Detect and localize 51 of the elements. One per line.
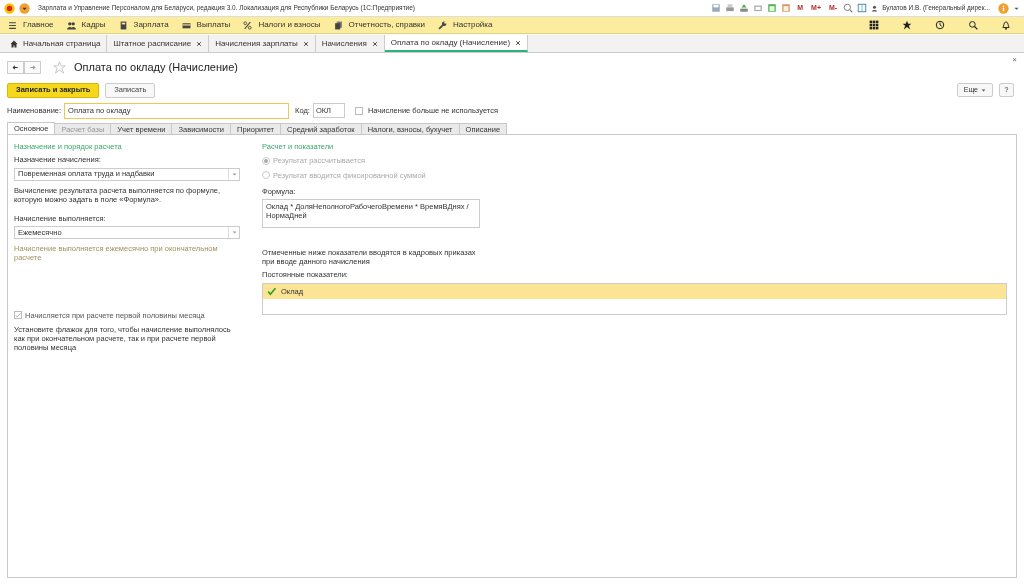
- bell-icon[interactable]: [1001, 20, 1011, 30]
- star-icon[interactable]: [902, 20, 912, 30]
- calendar-icon: [767, 3, 778, 13]
- user-icon: [871, 4, 879, 12]
- menu-icon: [8, 20, 17, 30]
- percent-icon: [243, 20, 253, 30]
- left-arrow-icon: [11, 62, 20, 72]
- print-icon: [725, 3, 736, 13]
- menu-item[interactable]: Выплаты: [196, 19, 231, 31]
- document-tab[interactable]: Начисления зарплаты: [209, 35, 316, 52]
- menu-item[interactable]: Отчетность, справки: [348, 19, 426, 31]
- documents-icon: [333, 20, 343, 30]
- menu-item[interactable]: Налоги и взносы: [258, 19, 321, 31]
- home-icon: [10, 39, 18, 48]
- document-tab[interactable]: Штатное расписание: [107, 35, 210, 52]
- zoom-icon: [843, 3, 854, 13]
- wallet-icon: [181, 20, 191, 30]
- calculator-icon: [118, 20, 128, 30]
- document-tab[interactable]: Оплата по окладу (Начисление): [384, 35, 529, 52]
- checkbox[interactable]: [354, 106, 363, 115]
- preview-icon: [753, 3, 764, 13]
- upload-icon: [739, 3, 750, 13]
- close-icon[interactable]: [302, 40, 309, 47]
- menu-item[interactable]: Кадры: [81, 19, 106, 31]
- document-tab[interactable]: Начисления: [315, 35, 385, 52]
- document-tab[interactable]: Начальная страница: [4, 35, 108, 52]
- calendar-icon: [781, 3, 792, 13]
- caret-icon: [231, 229, 237, 235]
- dropdown-icon: [19, 2, 30, 14]
- star-icon[interactable]: [53, 60, 66, 74]
- menu-item[interactable]: Зарплата: [133, 19, 169, 31]
- history-icon[interactable]: [935, 20, 945, 30]
- checkmark-icon[interactable]: [267, 287, 276, 297]
- people-icon: [66, 20, 76, 30]
- caret-icon: [231, 171, 237, 177]
- search-icon[interactable]: [968, 20, 978, 30]
- menu-item[interactable]: Главное: [23, 19, 54, 31]
- app-logo-icon: [4, 2, 15, 14]
- close-button[interactable]: ×: [1012, 54, 1017, 66]
- save-icon: [711, 3, 722, 13]
- form-title: Оплата по окладу (Начисление): [74, 59, 238, 75]
- caret-icon: [981, 87, 986, 93]
- menu-item[interactable]: Настройка: [453, 19, 493, 31]
- close-icon[interactable]: [196, 40, 203, 47]
- right-arrow-icon: [28, 62, 37, 72]
- close-icon[interactable]: [371, 40, 378, 47]
- panel-icon: [857, 3, 868, 13]
- back-button[interactable]: [7, 60, 24, 74]
- wrench-icon: [438, 20, 448, 30]
- close-icon[interactable]: [515, 39, 522, 46]
- apps-grid-icon[interactable]: [869, 20, 879, 30]
